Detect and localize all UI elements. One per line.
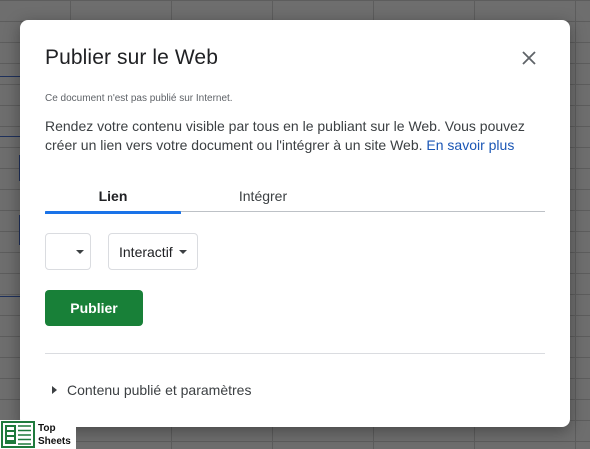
published-content-expander[interactable]: Contenu publié et paramètres — [52, 382, 251, 398]
spreadsheet-logo-icon — [1, 421, 35, 448]
publish-tabs: Lien Intégrer — [45, 184, 545, 214]
logo-line-1: Top — [38, 422, 56, 434]
format-select[interactable]: Interactif — [108, 233, 198, 270]
expand-arrow-icon — [52, 386, 57, 394]
publish-status: Ce document n'est pas publié sur Interne… — [45, 93, 233, 104]
close-button[interactable] — [518, 47, 540, 69]
close-icon — [522, 51, 536, 65]
publish-to-web-dialog: Publier sur le Web Ce document n'est pas… — [20, 20, 570, 427]
tab-embed-label: Intégrer — [238, 188, 288, 204]
dialog-title: Publier sur le Web — [45, 46, 218, 69]
logo-line-2: Sheets — [38, 435, 71, 447]
top-sheets-logo: Top Sheets — [0, 420, 76, 449]
divider — [45, 353, 545, 354]
chevron-down-icon — [178, 249, 187, 254]
expander-label: Contenu publié et paramètres — [67, 382, 252, 398]
active-tab-indicator — [45, 211, 181, 214]
tab-embed[interactable]: Intégrer — [196, 184, 330, 212]
learn-more-link[interactable]: En savoir plus — [426, 137, 514, 153]
publish-button[interactable]: Publier — [45, 290, 143, 326]
sheet-select[interactable] — [45, 233, 91, 270]
logo-text: Top Sheets — [38, 422, 71, 448]
tab-link[interactable]: Lien — [45, 184, 181, 214]
tab-link-label: Lien — [98, 188, 128, 204]
format-select-value: Interactif — [119, 243, 173, 260]
chevron-down-icon — [76, 249, 84, 254]
dialog-description: Rendez votre contenu visible par tous en… — [45, 117, 537, 155]
